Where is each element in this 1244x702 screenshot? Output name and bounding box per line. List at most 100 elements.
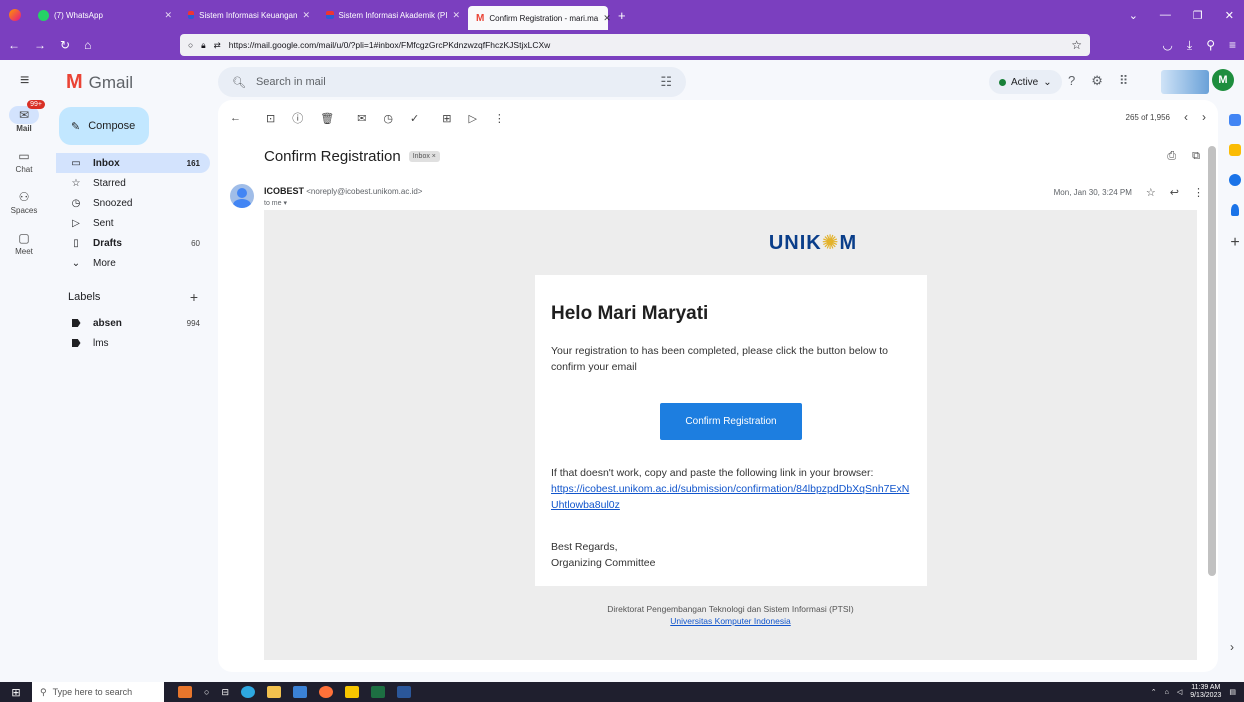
download-icon[interactable]: ⤓ <box>1187 38 1192 53</box>
move-to-icon[interactable]: ⊞ <box>442 112 451 125</box>
compose-button[interactable]: ✎ Compose <box>59 107 149 145</box>
tray-chevron-icon[interactable]: ⌃ <box>1151 688 1157 696</box>
add-label-icon[interactable]: + <box>190 289 210 305</box>
clock[interactable]: 11:39 AM 9/13/2023 <box>1190 684 1221 700</box>
sidebar-item-inbox[interactable]: ▭ Inbox 161 <box>56 153 210 173</box>
tab-keuangan[interactable]: Sistem Informasi Keuangan ✕ <box>180 0 318 30</box>
video-icon: ▢ <box>18 231 30 245</box>
main-menu-icon[interactable]: ≡ <box>20 72 29 90</box>
snooze-icon[interactable]: ◷ <box>383 112 393 125</box>
search-options-icon[interactable]: ☷ <box>660 74 672 90</box>
inbox-label-chip[interactable]: Inbox × <box>408 151 440 162</box>
older-icon[interactable]: › <box>1202 110 1206 124</box>
search-bar[interactable]: 🔍︎ Search in mail ☷ <box>218 67 686 97</box>
sender-avatar[interactable] <box>230 184 254 208</box>
sidebar-item-more[interactable]: ⌄ More <box>56 253 210 273</box>
menu-icon[interactable]: ≡ <box>1229 38 1236 52</box>
search-icon[interactable]: 🔍︎ <box>232 76 246 89</box>
widgets-icon[interactable] <box>178 686 192 698</box>
tasks-icon[interactable] <box>1229 174 1241 186</box>
mark-unread-icon[interactable]: ✉ <box>357 112 366 125</box>
firefox-icon[interactable] <box>318 686 333 698</box>
star-icon[interactable]: ☆ <box>1146 186 1156 199</box>
settings-gear-icon[interactable]: ⚙ <box>1091 73 1103 89</box>
pocket-icon[interactable]: ◡ <box>1162 38 1172 52</box>
sidebar-item-drafts[interactable]: ▯ Drafts 60 <box>56 233 210 253</box>
reply-icon[interactable]: ↩ <box>1170 186 1179 199</box>
vertical-scrollbar[interactable] <box>1206 132 1218 672</box>
show-side-panel-icon[interactable]: › <box>1230 640 1234 654</box>
task-view-icon[interactable]: ⊟ <box>221 687 229 698</box>
help-icon[interactable]: ? <box>1068 73 1075 89</box>
delete-icon[interactable]: 🗑︎ <box>320 112 334 125</box>
mail-app-icon[interactable] <box>292 686 307 698</box>
sticky-notes-icon[interactable] <box>344 686 359 698</box>
sidebar-item-snoozed[interactable]: ◷ Snoozed <box>56 193 210 213</box>
get-addons-icon[interactable]: + <box>1226 234 1244 252</box>
more-options-icon[interactable]: ⋮ <box>494 112 505 125</box>
tab-confirm-registration[interactable]: M Confirm Registration - mari.ma ✕ <box>468 6 611 30</box>
word-icon[interactable] <box>396 686 411 698</box>
report-spam-icon[interactable]: ⓘ <box>292 110 303 126</box>
address-bar[interactable]: ○ 🔒︎ ⇄ https://mail.google.com/mail/u/0/… <box>180 34 1090 56</box>
label-item-lms[interactable]: lms <box>56 333 210 353</box>
print-icon[interactable]: ⎙ <box>1167 150 1176 163</box>
pencil-icon: ✎ <box>71 120 81 133</box>
file-explorer-icon[interactable] <box>266 686 281 698</box>
sender-name[interactable]: ICOBEST <box>264 186 304 196</box>
archive-icon[interactable]: ⊡ <box>266 112 275 125</box>
confirmation-link[interactable]: https://icobest.unikom.ac.id/submission/… <box>551 483 909 511</box>
recipient-details[interactable]: to me ▾ <box>264 199 287 207</box>
minimize-icon[interactable]: — <box>1160 9 1171 22</box>
gmail-logo[interactable]: M Gmail <box>66 71 133 94</box>
footer-link[interactable]: Universitas Komputer Indonesia <box>264 616 1197 626</box>
rail-meet[interactable]: ▢ Meet <box>0 229 48 256</box>
extensions-icon[interactable]: ⚲ <box>1206 38 1215 52</box>
taskbar-search[interactable]: ⚲ Type here to search <box>32 682 164 702</box>
close-tab-icon[interactable]: ✕ <box>164 10 172 21</box>
status-selector[interactable]: Active ⌄ <box>989 70 1062 94</box>
add-task-icon[interactable]: ✓ <box>410 112 419 125</box>
search-input[interactable]: Search in mail <box>256 76 326 88</box>
excel-icon[interactable] <box>370 686 385 698</box>
windows-start-icon[interactable]: ⊞ <box>0 686 32 699</box>
label-item-absen[interactable]: absen 994 <box>56 313 210 333</box>
home-icon[interactable]: ⌂ <box>84 38 91 52</box>
close-tab-icon[interactable]: ✕ <box>452 10 460 21</box>
sidebar-item-sent[interactable]: ▷ Sent <box>56 213 210 233</box>
firefox-menu-icon[interactable] <box>0 9 30 21</box>
close-tab-icon[interactable]: ✕ <box>603 13 611 24</box>
tab-list-icon[interactable]: ⌄ <box>1129 9 1138 22</box>
confirm-registration-button[interactable]: Confirm Registration <box>660 403 802 440</box>
edge-icon[interactable] <box>240 686 255 698</box>
sidebar-item-starred[interactable]: ☆ Starred <box>56 173 210 193</box>
account-avatar[interactable]: M <box>1212 69 1234 91</box>
label-as-icon[interactable]: ▷ <box>468 112 476 125</box>
apps-grid-icon[interactable]: ⠿ <box>1119 73 1129 89</box>
calendar-icon[interactable] <box>1229 114 1241 126</box>
rail-spaces[interactable]: ⚇ Spaces <box>0 188 48 215</box>
back-to-inbox-icon[interactable]: ← <box>230 112 241 124</box>
rail-chat[interactable]: ▭ Chat <box>0 147 48 174</box>
forward-icon[interactable]: → <box>34 38 46 52</box>
contacts-icon[interactable] <box>1231 204 1239 216</box>
pager: 265 of 1,956 ‹ › <box>1125 110 1206 124</box>
open-new-window-icon[interactable]: ⧉ <box>1192 150 1200 163</box>
newer-icon[interactable]: ‹ <box>1184 110 1188 124</box>
bookmark-star-icon[interactable]: ☆ <box>1071 38 1082 52</box>
url-text[interactable]: https://mail.google.com/mail/u/0/?pli=1#… <box>229 40 550 50</box>
network-icon[interactable]: ⌂ <box>1165 689 1169 696</box>
close-tab-icon[interactable]: ✕ <box>302 10 310 21</box>
tab-akademik[interactable]: Sistem Informasi Akademik (PI ✕ <box>318 0 468 30</box>
back-icon[interactable]: ← <box>8 38 20 52</box>
close-window-icon[interactable]: ✕ <box>1225 9 1234 22</box>
rail-mail[interactable]: ✉ 99+ Mail <box>0 100 48 133</box>
volume-icon[interactable]: ◁ <box>1177 688 1182 696</box>
reload-icon[interactable]: ↻ <box>60 38 70 52</box>
more-options-icon[interactable]: ⋮ <box>1193 186 1204 199</box>
tab-whatsapp[interactable]: (7) WhatsApp ✕ <box>30 0 180 30</box>
keep-icon[interactable] <box>1229 144 1241 156</box>
restore-icon[interactable]: ❐ <box>1193 9 1203 22</box>
cortana-icon[interactable]: ○ <box>204 687 209 697</box>
notifications-icon[interactable]: ▤ <box>1229 688 1236 696</box>
